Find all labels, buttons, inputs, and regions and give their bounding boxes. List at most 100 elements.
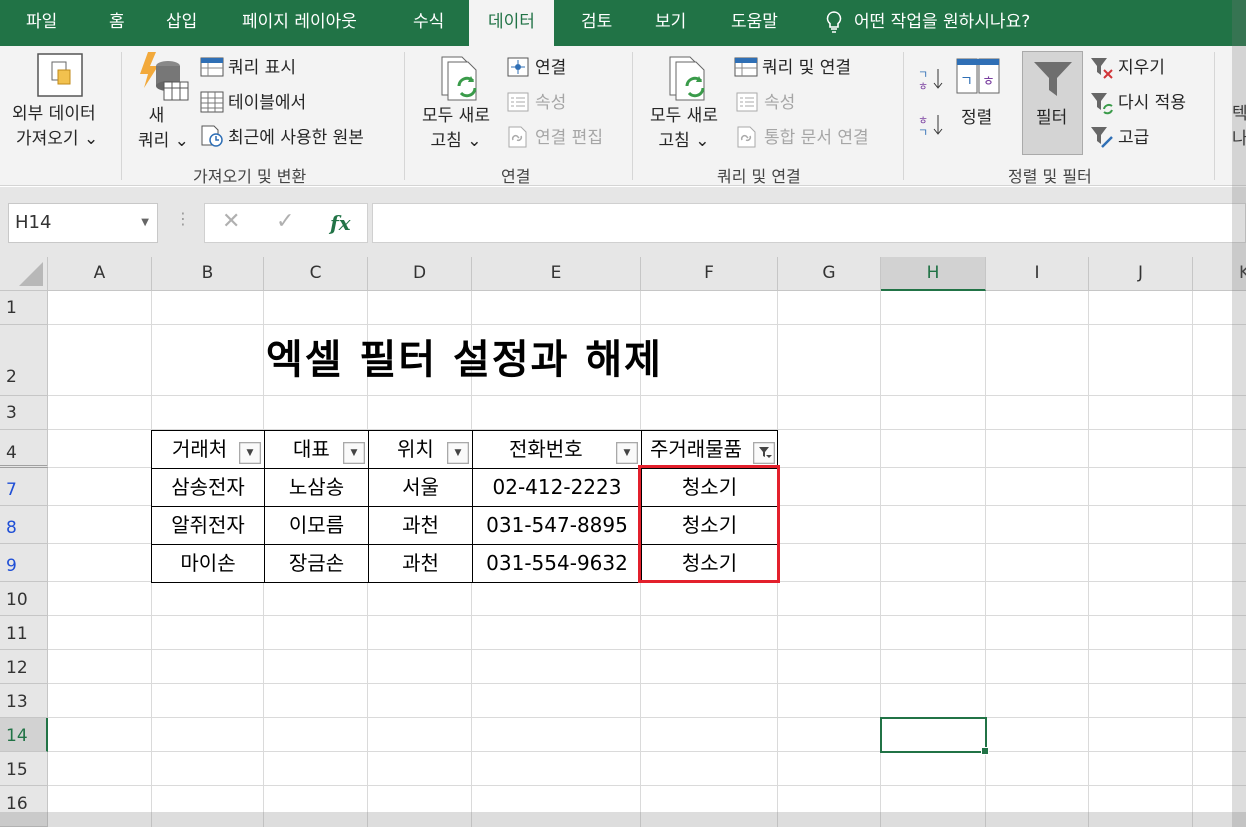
row-header-8[interactable]: 8 [0, 506, 48, 544]
get-external-line2: 가져오기 ⌄ [16, 129, 99, 149]
refresh-all-icon [669, 56, 705, 101]
connections-icon [507, 57, 529, 77]
table-cell[interactable]: 과천 [368, 544, 473, 583]
group-label-connections: 연결 [501, 167, 531, 186]
more-vertical-icon[interactable]: ⋮ [175, 209, 191, 228]
column-header-e[interactable]: E [472, 257, 641, 291]
tab-home[interactable]: 홈 [109, 0, 125, 46]
gridline [48, 615, 1246, 616]
table-cell[interactable]: 마이손 [151, 544, 265, 583]
from-table-button[interactable]: 테이블에서 [228, 93, 306, 113]
refresh-all-2-line1: 모두 새로 [650, 106, 718, 126]
chevron-down-icon[interactable]: ▼ [141, 204, 149, 242]
cancel-icon[interactable]: ✕ [222, 209, 240, 234]
table-cell[interactable]: 서울 [368, 468, 473, 507]
tab-review[interactable]: 검토 [581, 0, 612, 46]
new-query-icon [140, 52, 189, 101]
insert-function-icon[interactable]: fx [330, 211, 351, 235]
formula-buttons: ✕ ✓ fx [204, 203, 368, 243]
properties-button[interactable]: 속성 [535, 93, 566, 113]
sort-button[interactable]: 정렬 [961, 108, 992, 128]
table-cell[interactable]: 02-412-2223 [472, 468, 642, 507]
table-cell[interactable]: 031-554-9632 [472, 544, 642, 583]
properties-icon [736, 92, 758, 112]
ribbon-data: 외부 데이터 가져오기 ⌄ 새 쿼리 ⌄ 쿼리 표시 테이블에서 최근에 사용한 원… [0, 46, 1246, 186]
tab-formulas[interactable]: 수식 [413, 0, 444, 46]
column-header-i[interactable]: I [986, 257, 1089, 291]
filter-dropdown-button[interactable]: ▼ [239, 442, 261, 464]
edit-links-button[interactable]: 연결 편집 [535, 128, 603, 148]
clear-button[interactable]: 지우기 [1118, 58, 1165, 78]
row-header-1[interactable]: 1 [0, 291, 48, 325]
select-all-corner[interactable] [0, 257, 48, 291]
filter-dropdown-button[interactable]: ▼ [343, 442, 365, 464]
formula-input[interactable] [372, 203, 1246, 243]
gridline [48, 751, 1246, 752]
queries-connections-icon [734, 57, 758, 77]
tab-file[interactable]: 파일 [26, 0, 57, 46]
column-header-f[interactable]: F [641, 257, 778, 291]
refresh-all-button[interactable]: 모두 새로 고침 ⌄ [422, 106, 490, 151]
row-header-7[interactable]: 7 [0, 468, 48, 506]
row-header-2[interactable]: 2 [0, 325, 48, 396]
table-cell[interactable]: 노삼송 [264, 468, 369, 507]
from-table-icon [200, 91, 224, 113]
row-header-3[interactable]: 3 [0, 396, 48, 430]
column-header-j[interactable]: J [1089, 257, 1193, 291]
row-header-13[interactable]: 13 [0, 684, 48, 718]
active-cell-h14[interactable] [880, 717, 989, 755]
tab-help[interactable]: 도움말 [731, 0, 778, 46]
row-header-4[interactable]: 4 [0, 430, 48, 468]
column-header-a[interactable]: A [48, 257, 152, 291]
tab-page-layout[interactable]: 페이지 레이아웃 [242, 0, 357, 46]
connections-button[interactable]: 연결 [535, 58, 566, 78]
filter-applied-button[interactable] [753, 442, 775, 464]
filter-dropdown-button[interactable]: ▼ [447, 442, 469, 464]
column-header-c[interactable]: C [264, 257, 368, 291]
row-header-15[interactable]: 15 [0, 752, 48, 786]
properties-button-2[interactable]: 속성 [764, 93, 795, 113]
table-cell[interactable]: 이모름 [264, 506, 369, 545]
new-query-button[interactable]: 새 쿼리 ⌄ [138, 106, 189, 151]
chevron-down-icon: ▼ [623, 448, 631, 458]
table-cell[interactable]: 장금손 [264, 544, 369, 583]
show-queries-button[interactable]: 쿼리 표시 [228, 58, 296, 78]
advanced-button[interactable]: 고급 [1118, 128, 1149, 148]
row-header-11[interactable]: 11 [0, 616, 48, 650]
row-header-12[interactable]: 12 [0, 650, 48, 684]
name-box[interactable]: H14 ▼ [8, 203, 158, 243]
row-header-14[interactable]: 14 [0, 718, 48, 752]
filter-funnel-icon [759, 447, 772, 458]
refresh-all-line1: 모두 새로 [422, 106, 490, 126]
properties-icon [507, 92, 529, 112]
tab-data[interactable]: 데이터 [469, 0, 554, 46]
refresh-all-button-2[interactable]: 모두 새로고침 ⌄ [650, 106, 718, 151]
row-header-10[interactable]: 10 [0, 582, 48, 616]
table-cell[interactable]: 과천 [368, 506, 473, 545]
filter-dropdown-button[interactable]: ▼ [616, 442, 638, 464]
screen-edge-overlay [0, 812, 1246, 827]
column-header-d[interactable]: D [368, 257, 472, 291]
name-box-value: H14 [15, 212, 52, 233]
ribbon-tab-bar: 파일 홈 삽입 페이지 레이아웃 수식 데이터 검토 보기 도움말 어떤 작업을… [0, 0, 1246, 46]
table-cell[interactable]: 알쥐전자 [151, 506, 265, 545]
tell-me-search[interactable]: 어떤 작업을 원하시나요? [826, 0, 1030, 46]
column-header-g[interactable]: G [778, 257, 881, 291]
filter-button[interactable]: 필터 [1022, 51, 1083, 155]
table-cell[interactable]: 삼송전자 [151, 468, 265, 507]
queries-connections-button[interactable]: 쿼리 및 연결 [762, 58, 851, 78]
reapply-button[interactable]: 다시 적용 [1118, 93, 1186, 113]
table-cell[interactable]: 031-547-8895 [472, 506, 642, 545]
row-header-9[interactable]: 9 [0, 544, 48, 582]
column-header-b[interactable]: B [152, 257, 264, 291]
worksheet-grid[interactable]: A B C D E F G H I J K 1 2 3 4 7 8 9 10 1… [0, 257, 1246, 827]
enter-check-icon[interactable]: ✓ [276, 209, 294, 234]
workbook-links-button[interactable]: 통합 문서 연결 [764, 128, 869, 148]
tab-insert[interactable]: 삽입 [166, 0, 197, 46]
refresh-all-2-line2: 고침 ⌄ [658, 131, 710, 151]
gridline [1088, 291, 1089, 827]
recent-sources-button[interactable]: 최근에 사용한 원본 [228, 128, 364, 148]
tab-view[interactable]: 보기 [655, 0, 686, 46]
get-external-data-button[interactable]: 외부 데이터 가져오기 ⌄ [12, 104, 98, 149]
column-header-h[interactable]: H [881, 257, 986, 291]
